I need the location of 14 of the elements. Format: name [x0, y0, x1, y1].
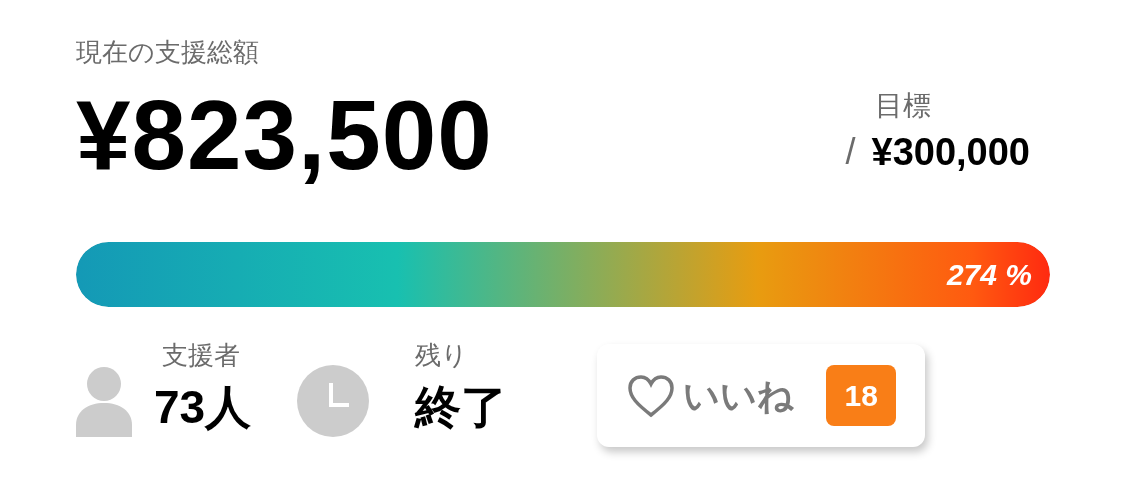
stat-label: 残り	[415, 339, 469, 372]
goal-amount: ¥300,000	[871, 130, 1030, 174]
like-count: 18	[826, 365, 897, 426]
like-button[interactable]: いいね 18	[597, 344, 926, 447]
goal-label: 目標	[875, 89, 932, 123]
stat-value: 終了	[415, 380, 508, 435]
total-label: 現在の支援総額	[76, 36, 259, 69]
progress-percent: 274 %	[946, 257, 1032, 293]
clock-icon	[297, 365, 370, 437]
stat-value: 73人	[154, 380, 252, 435]
total-amount: ¥823,500	[76, 80, 493, 190]
separator: /	[845, 130, 856, 174]
stat-label: 支援者	[162, 339, 240, 372]
person-icon	[76, 365, 132, 437]
